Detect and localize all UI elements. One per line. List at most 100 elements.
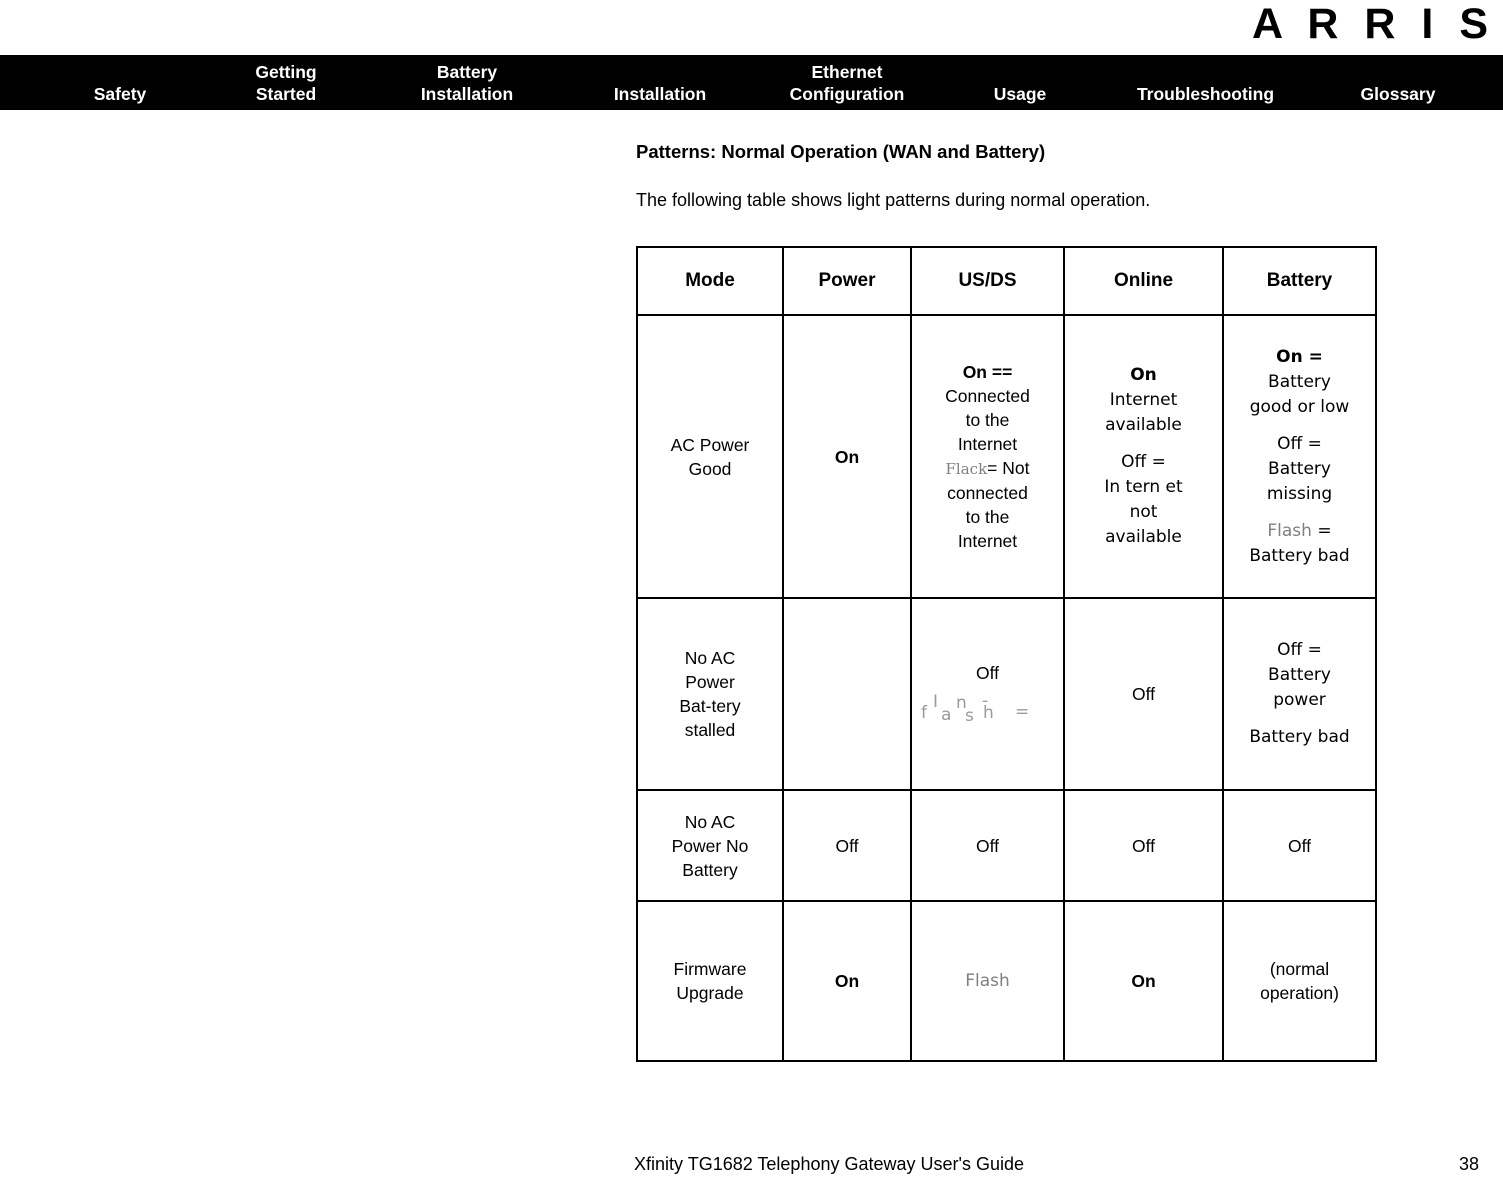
cell-power-row4: On — [782, 900, 912, 1062]
top-navigation-bar: Safety Getting Started Battery Installat… — [0, 55, 1503, 110]
online-off-desc-1: In tern et — [1104, 477, 1183, 497]
page-footer: Xfinity TG1682 Telephony Gateway User's … — [0, 1151, 1503, 1177]
battery-spacer-1 — [1227, 420, 1372, 432]
nav-item-ethernet-configuration[interactable]: Ethernet Configuration — [752, 61, 942, 105]
cell-battery-row1: On = Battery good or low Off = Battery m… — [1222, 314, 1377, 599]
section-intro-text: The following table shows light patterns… — [636, 190, 1151, 210]
mode-line-4: stalled — [684, 720, 736, 740]
usds-flash-desc-2: to the — [965, 507, 1010, 527]
column-header-mode: Mode — [636, 246, 784, 316]
column-header-online: Online — [1063, 246, 1224, 316]
column-header-battery: Battery — [1222, 246, 1377, 316]
battery-off-desc-2: missing — [1266, 483, 1333, 504]
table-row: No AC Power Bat-tery stalled Off f I a n… — [636, 597, 1377, 791]
mode-line-2: Upgrade — [676, 983, 744, 1003]
usds-on-desc-1: Connected — [945, 386, 1030, 406]
table-row: AC Power Good On On == Connected to the … — [636, 314, 1377, 599]
usds-flash-line: Flack= Not — [915, 456, 1060, 481]
footer-page-number: 38 — [1458, 1154, 1479, 1174]
cell-mode-no-ac-power-battery-installed: No AC Power Bat-tery stalled — [636, 597, 784, 791]
power-value: On — [834, 446, 860, 467]
flash-glyph-equals: = — [1015, 702, 1030, 722]
usds-on-label: On == — [962, 362, 1013, 382]
battery-flash-line: Flash = — [1227, 519, 1372, 544]
cell-mode-no-ac-power-no-battery: No AC Power No Battery — [636, 789, 784, 902]
battery-off-desc-1: Battery — [1268, 458, 1331, 479]
mode-line-1: AC Power — [670, 434, 750, 455]
battery-off-desc-2: power — [1273, 690, 1326, 710]
online-value: Off — [1131, 684, 1156, 704]
usds-off-value: Off — [975, 663, 1000, 683]
online-on-label: On — [1130, 365, 1157, 385]
cell-battery-row3: Off — [1222, 789, 1377, 902]
nav-item-installation[interactable]: Installation — [580, 83, 740, 105]
battery-spacer-2 — [1227, 507, 1372, 519]
battery-on-desc-2: good or low — [1249, 396, 1350, 417]
cell-online-row3: Off — [1063, 789, 1224, 902]
cell-power-row1: On — [782, 314, 912, 599]
cell-power-row3: Off — [782, 789, 912, 902]
battery-off-label: Off = — [1277, 640, 1322, 660]
cell-power-row2 — [782, 597, 912, 791]
nav-item-troubleshooting-line2: Troubleshooting — [1136, 84, 1275, 104]
cell-online-row2: Off — [1063, 597, 1224, 791]
nav-item-installation-line2: Installation — [613, 84, 707, 104]
battery-off-desc-1: Battery — [1268, 665, 1331, 685]
nav-item-getting-started[interactable]: Getting Started — [218, 61, 354, 105]
cell-usds-row3: Off — [910, 789, 1065, 902]
battery-off-label: Off = — [1277, 433, 1322, 454]
flash-glyph-h: h — [983, 703, 994, 723]
table-row: Firmware Upgrade On Flash On (normal ope… — [636, 900, 1377, 1062]
nav-item-glossary-line2: Glossary — [1360, 84, 1436, 104]
mode-line-1: No AC — [684, 811, 736, 832]
nav-item-getting-started-line1: Getting — [255, 62, 317, 82]
battery-on-label: On = — [1276, 346, 1323, 367]
online-on-desc-1: Internet — [1109, 390, 1178, 410]
cell-mode-ac-power-good: AC Power Good — [636, 314, 784, 599]
nav-item-troubleshooting[interactable]: Troubleshooting — [1098, 83, 1313, 105]
battery-spacer — [1227, 713, 1372, 725]
nav-item-glossary[interactable]: Glossary — [1330, 83, 1466, 105]
online-spacer — [1068, 438, 1219, 450]
online-off-desc-2: not — [1129, 502, 1158, 522]
battery-flash-eq: = — [1311, 520, 1332, 541]
nav-item-safety-line2: Safety — [93, 84, 147, 104]
mode-line-2: Good — [688, 458, 732, 479]
cell-mode-firmware-upgrade: Firmware Upgrade — [636, 900, 784, 1062]
mode-line-2: Power — [685, 672, 735, 692]
mode-line-3: Battery — [682, 859, 738, 880]
battery-line-1: (normal — [1269, 959, 1330, 979]
battery-flash-label: Flash — [1267, 520, 1312, 541]
usds-flash-value: Flash — [965, 970, 1010, 991]
table-row: No AC Power No Battery Off Off Off Off — [636, 789, 1377, 902]
mode-line-1: No AC — [684, 648, 736, 668]
cell-usds-row1: On == Connected to the Internet Flack= N… — [910, 314, 1065, 599]
online-value: On — [1131, 971, 1156, 991]
nav-item-ethernet-configuration-line2: Configuration — [789, 84, 905, 104]
battery-flash-desc: Battery bad — [1249, 727, 1350, 747]
flash-glyph-a: a — [941, 705, 952, 725]
footer-document-title: Xfinity TG1682 Telephony Gateway User's … — [634, 1154, 1024, 1174]
battery-on-desc-1: Battery — [1268, 371, 1331, 392]
mode-line-1: Firmware — [673, 959, 747, 979]
flash-glyph-l: I — [933, 692, 939, 712]
flash-glyph-f: f — [921, 703, 927, 723]
online-off-label: Off = — [1121, 452, 1166, 472]
nav-item-battery-installation[interactable]: Battery Installation — [372, 61, 562, 105]
nav-item-ethernet-configuration-line1: Ethernet — [811, 62, 883, 82]
table-header-row: Mode Power US/DS Online Battery — [636, 246, 1377, 316]
nav-item-usage[interactable]: Usage — [960, 83, 1080, 105]
usds-flash-desc-3: Internet — [957, 531, 1018, 551]
led-patterns-table: Mode Power US/DS Online Battery AC Power… — [636, 246, 1377, 1062]
online-on-desc-2: available — [1105, 415, 1182, 435]
cell-battery-row4: (normal operation) — [1222, 900, 1377, 1062]
cell-battery-row2: Off = Battery power Battery bad — [1222, 597, 1377, 791]
cell-usds-row4: Flash — [910, 900, 1065, 1062]
battery-line-2: operation) — [1260, 983, 1339, 1003]
cell-online-row4: On — [1063, 900, 1224, 1062]
page-content: Patterns: Normal Operation (WAN and Batt… — [636, 140, 1377, 1062]
column-header-power: Power — [782, 246, 912, 316]
battery-flash-desc-1: Battery bad — [1249, 545, 1350, 566]
nav-item-safety[interactable]: Safety — [30, 83, 210, 105]
cell-usds-row2: Off f I a n s - h = — [910, 597, 1065, 791]
